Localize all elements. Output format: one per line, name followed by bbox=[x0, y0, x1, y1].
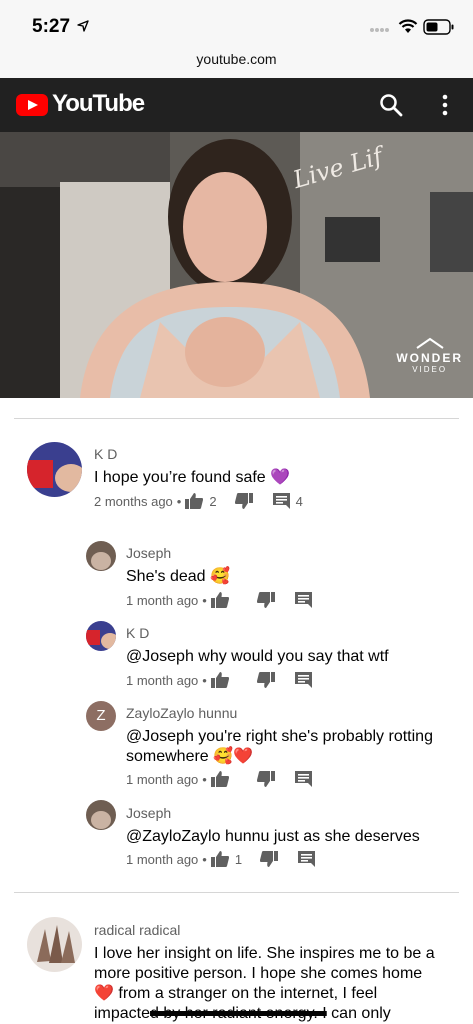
thumbs-up-icon bbox=[210, 851, 229, 867]
avatar-image bbox=[86, 800, 116, 830]
comment-time: 2 months ago bbox=[94, 493, 173, 509]
reply-author[interactable]: K D bbox=[126, 625, 149, 641]
comment-text-fragment: can only bbox=[326, 1005, 391, 1022]
youtube-logo-text[interactable]: YouTube bbox=[52, 90, 145, 118]
reply-meta: 1 month ago • 1 bbox=[126, 851, 316, 867]
thumbs-down-icon bbox=[260, 851, 279, 867]
like-count: 1 bbox=[234, 851, 243, 867]
reply-button[interactable] bbox=[294, 592, 312, 608]
watermark-title: WONDER bbox=[396, 351, 463, 365]
more-options-icon[interactable] bbox=[433, 92, 457, 118]
comment-text-line: impacted by her radiant energy. I can on… bbox=[94, 1004, 391, 1024]
comment-reply-icon bbox=[294, 771, 312, 787]
video-player[interactable]: Live Lif WONDER VIDEO bbox=[0, 132, 473, 398]
youtube-header: YouTube bbox=[0, 78, 473, 132]
avatar[interactable] bbox=[86, 800, 116, 830]
wonder-video-watermark: WONDER VIDEO bbox=[396, 337, 463, 374]
comment-reply-icon bbox=[272, 493, 290, 509]
watermark-subtitle: VIDEO bbox=[412, 365, 448, 374]
watermark-mountain-icon bbox=[416, 337, 444, 349]
like-button[interactable] bbox=[210, 771, 229, 787]
reply-meta: 1 month ago • bbox=[126, 592, 312, 608]
avatar[interactable] bbox=[86, 621, 116, 651]
reply-text-line: @Joseph you're right she's probably rott… bbox=[126, 728, 433, 745]
avatar-image bbox=[27, 442, 82, 497]
thumbs-down-icon bbox=[256, 771, 275, 787]
thumbs-up-icon bbox=[210, 771, 229, 787]
status-bar: 5:27 bbox=[0, 0, 473, 48]
avatar[interactable] bbox=[27, 442, 82, 497]
comment-text-fragment: impacte bbox=[94, 1005, 151, 1022]
divider bbox=[14, 418, 459, 419]
search-icon[interactable] bbox=[378, 92, 404, 118]
comment-meta: 2 months ago • 2 4 bbox=[94, 493, 303, 509]
comment-text: I hope you’re found safe 💜 bbox=[94, 469, 291, 486]
reply-text-line: somewhere 🥰❤️ bbox=[126, 748, 253, 765]
like-button[interactable]: 1 bbox=[210, 851, 243, 867]
like-button[interactable] bbox=[210, 672, 229, 688]
dislike-button[interactable] bbox=[234, 493, 253, 509]
location-arrow-icon bbox=[77, 20, 89, 32]
avatar-image bbox=[27, 917, 82, 972]
comment-author[interactable]: K D bbox=[94, 446, 117, 462]
comment-reply-icon bbox=[294, 592, 312, 608]
reply-button[interactable] bbox=[294, 672, 312, 688]
avatar[interactable] bbox=[27, 917, 82, 972]
avatar-image bbox=[86, 541, 116, 571]
url-text: youtube.com bbox=[196, 51, 277, 67]
avatar-letter[interactable]: Z bbox=[86, 701, 116, 731]
thumbs-up-icon bbox=[210, 672, 229, 688]
divider bbox=[14, 892, 459, 893]
comment-text-line: ❤️ from a stranger on the internet, I fe… bbox=[94, 985, 378, 1002]
reply-time: 1 month ago bbox=[126, 851, 199, 867]
dislike-button[interactable] bbox=[256, 672, 275, 688]
like-button[interactable] bbox=[210, 592, 229, 608]
wifi-icon bbox=[398, 19, 418, 33]
reply-text: @Joseph why would you say that wtf bbox=[126, 648, 389, 665]
censored-text: d by her radiant energy. I bbox=[150, 1005, 327, 1022]
reply-author[interactable]: Joseph bbox=[126, 805, 171, 821]
reply-time: 1 month ago bbox=[126, 592, 199, 608]
reply-author[interactable]: ZayloZaylo hunnu bbox=[126, 705, 237, 721]
thumbs-down-icon bbox=[234, 493, 253, 509]
signal-icon bbox=[370, 28, 389, 32]
thumbs-down-icon bbox=[256, 592, 275, 608]
thumbs-up-icon bbox=[185, 493, 204, 509]
dislike-button[interactable] bbox=[260, 851, 279, 867]
comment-text-line: more positive person. I hope she comes h… bbox=[94, 965, 423, 982]
status-time: 5:27 bbox=[32, 16, 71, 37]
comment-text-line: I love her insight on life. She inspires… bbox=[94, 945, 435, 962]
avatar-image bbox=[86, 621, 116, 651]
reply-button[interactable] bbox=[298, 851, 316, 867]
comment-author[interactable]: radical radical bbox=[94, 922, 180, 938]
reply-meta: 1 month ago • bbox=[126, 771, 312, 787]
dislike-button[interactable] bbox=[256, 592, 275, 608]
reply-button[interactable]: 4 bbox=[272, 493, 303, 509]
reply-time: 1 month ago bbox=[126, 672, 199, 688]
reply-text: @ZayloZaylo hunnu just as she deserves bbox=[126, 828, 420, 845]
address-bar[interactable]: youtube.com bbox=[0, 48, 473, 78]
comment-reply-icon bbox=[294, 672, 312, 688]
thumbs-up-icon bbox=[210, 592, 229, 608]
avatar[interactable] bbox=[86, 541, 116, 571]
battery-icon bbox=[423, 19, 454, 35]
reply-button[interactable] bbox=[294, 771, 312, 787]
youtube-logo-icon[interactable] bbox=[16, 94, 48, 116]
like-button[interactable]: 2 bbox=[185, 493, 217, 509]
thumbs-down-icon bbox=[256, 672, 275, 688]
reply-text: She's dead 🥰 bbox=[126, 568, 230, 585]
dislike-button[interactable] bbox=[256, 771, 275, 787]
reply-count: 4 bbox=[295, 493, 303, 509]
reply-author[interactable]: Joseph bbox=[126, 545, 171, 561]
comment-reply-icon bbox=[298, 851, 316, 867]
reply-meta: 1 month ago • bbox=[126, 672, 312, 688]
reply-time: 1 month ago bbox=[126, 771, 199, 787]
like-count: 2 bbox=[209, 493, 217, 509]
